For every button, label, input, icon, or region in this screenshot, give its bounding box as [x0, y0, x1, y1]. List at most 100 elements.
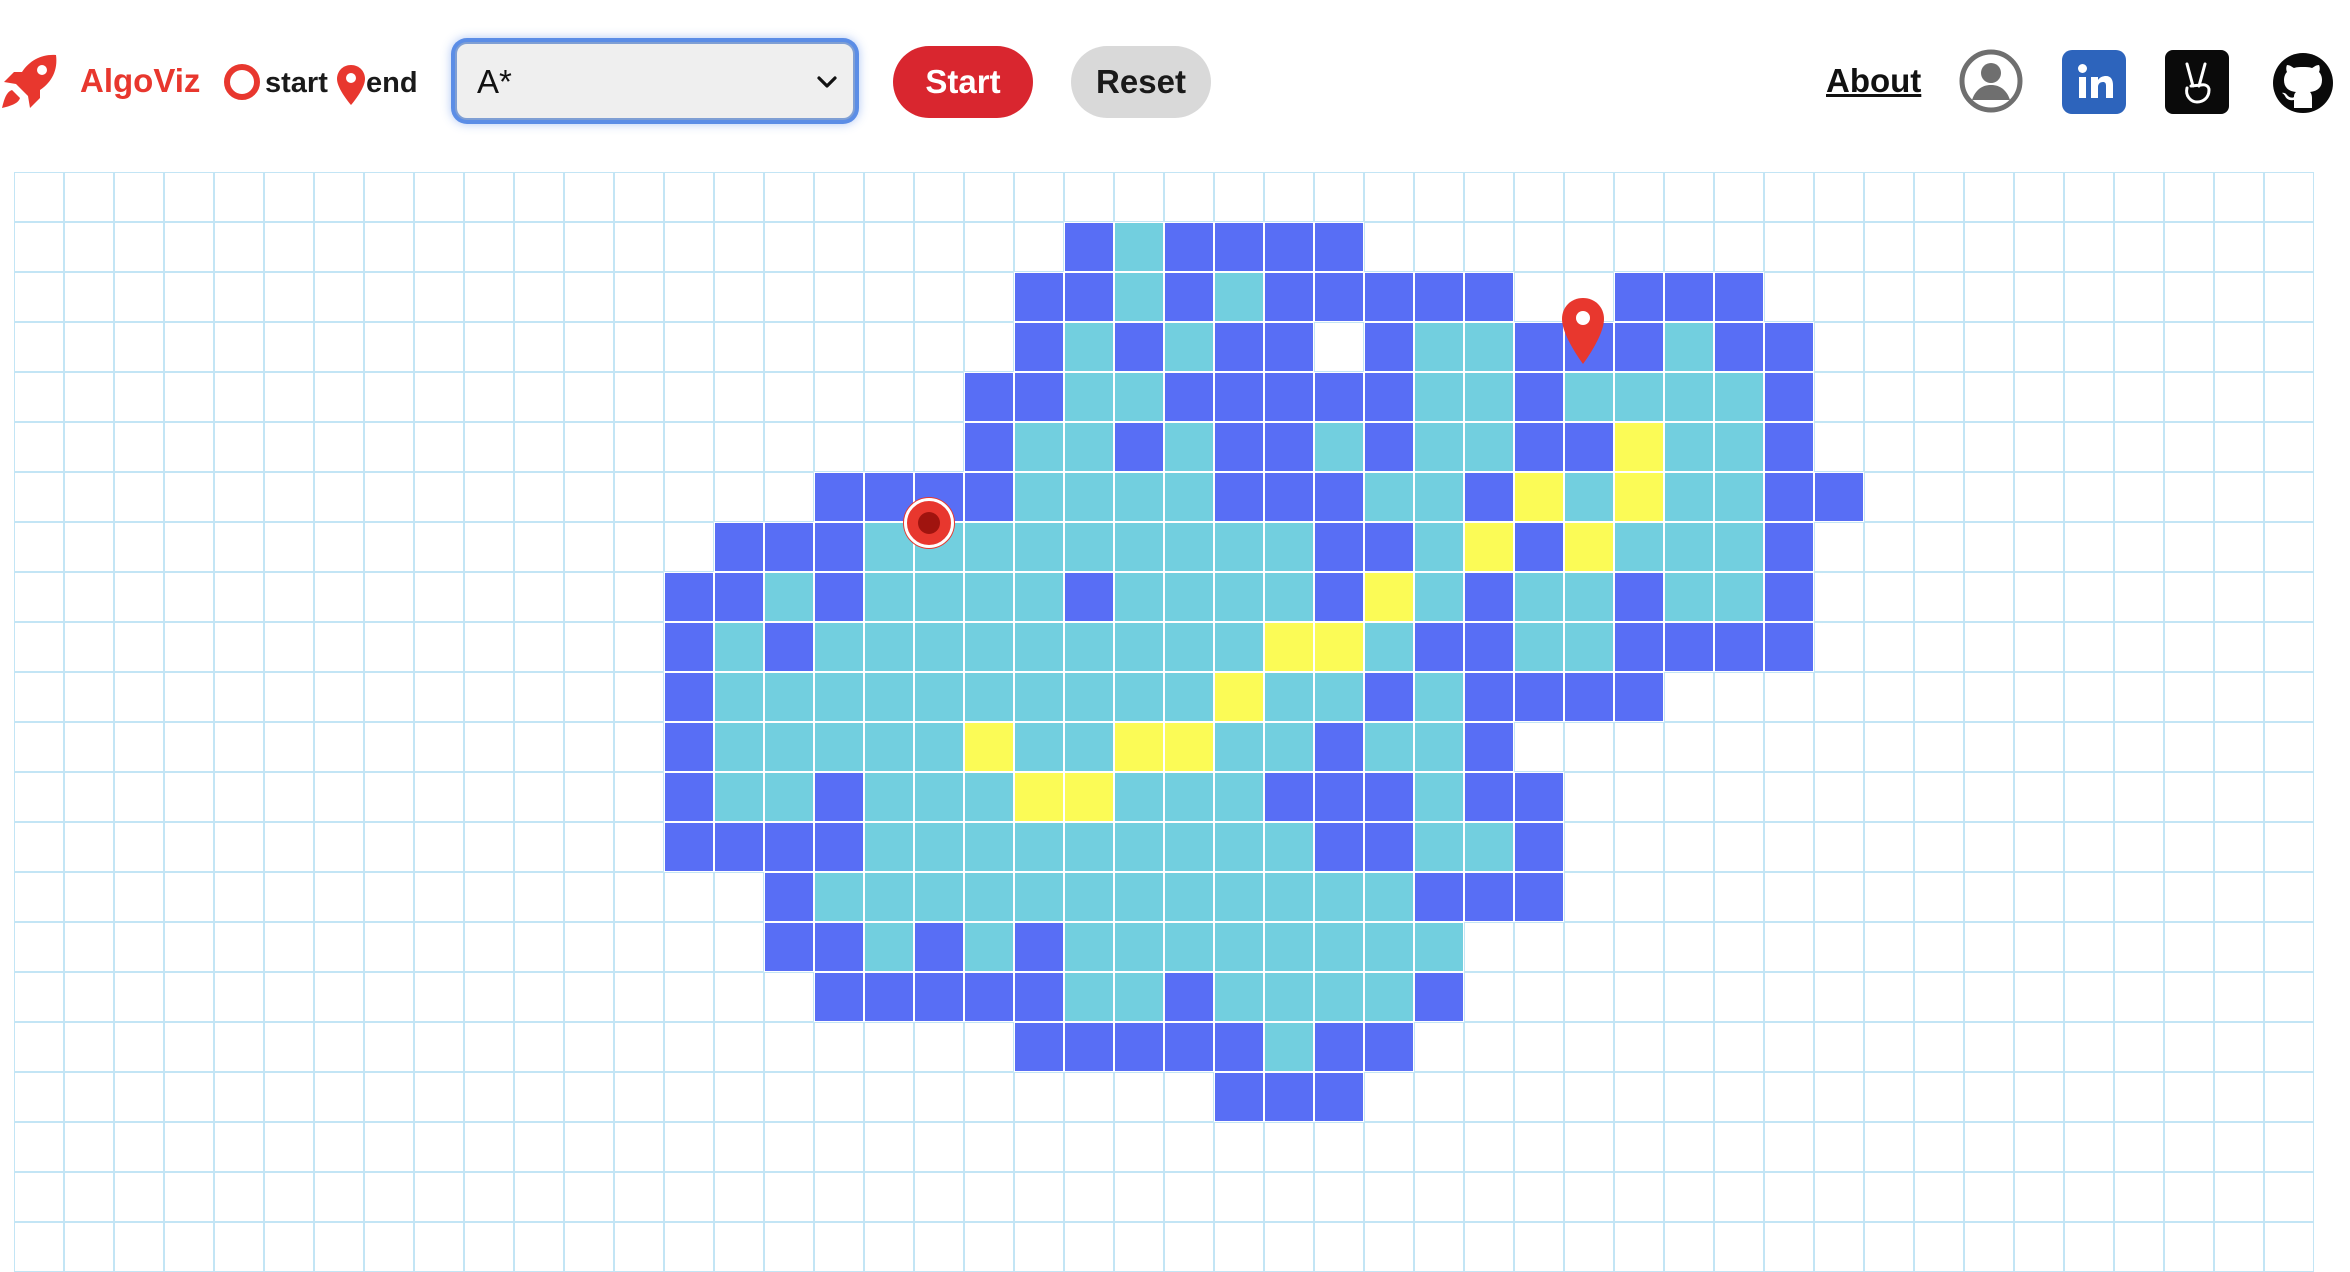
- grid-cell[interactable]: [564, 422, 614, 472]
- grid-cell[interactable]: [914, 1022, 964, 1072]
- grid-cell[interactable]: [2014, 172, 2064, 222]
- grid-cell[interactable]: [1964, 772, 2014, 822]
- grid-cell[interactable]: [714, 1022, 764, 1072]
- grid-cell[interactable]: [914, 222, 964, 272]
- grid-cell[interactable]: [364, 822, 414, 872]
- visited-cell[interactable]: [1714, 472, 1764, 522]
- grid-cell[interactable]: [1714, 772, 1764, 822]
- grid-cell[interactable]: [214, 972, 264, 1022]
- grid-cell[interactable]: [2114, 772, 2164, 822]
- frontier-cell[interactable]: [1664, 622, 1714, 672]
- grid-cell[interactable]: [1564, 772, 1614, 822]
- grid-cell[interactable]: [2164, 422, 2214, 472]
- frontier-cell[interactable]: [1064, 572, 1114, 622]
- grid-cell[interactable]: [2264, 722, 2314, 772]
- grid-cell[interactable]: [2064, 572, 2114, 622]
- grid-cell[interactable]: [714, 422, 764, 472]
- grid-cell[interactable]: [2264, 572, 2314, 622]
- grid-cell[interactable]: [1614, 1072, 1664, 1122]
- visited-cell[interactable]: [1064, 972, 1114, 1022]
- grid-cell[interactable]: [114, 822, 164, 872]
- frontier-cell[interactable]: [1414, 272, 1464, 322]
- grid-cell[interactable]: [564, 872, 614, 922]
- frontier-cell[interactable]: [964, 372, 1014, 422]
- grid-cell[interactable]: [964, 222, 1014, 272]
- grid-cell[interactable]: [1664, 722, 1714, 772]
- grid-cell[interactable]: [664, 172, 714, 222]
- grid-cell[interactable]: [214, 572, 264, 622]
- frontier-cell[interactable]: [964, 472, 1014, 522]
- grid-cell[interactable]: [114, 322, 164, 372]
- grid-cell[interactable]: [564, 622, 614, 672]
- grid-cell[interactable]: [1864, 972, 1914, 1022]
- grid-cell[interactable]: [1864, 1022, 1914, 1072]
- grid-cell[interactable]: [1814, 322, 1864, 372]
- grid-cell[interactable]: [264, 372, 314, 422]
- visited-cell[interactable]: [814, 722, 864, 772]
- frontier-cell[interactable]: [814, 922, 864, 972]
- grid-cell[interactable]: [1864, 822, 1914, 872]
- grid-cell[interactable]: [1614, 722, 1664, 772]
- grid-cell[interactable]: [964, 322, 1014, 372]
- grid-cell[interactable]: [414, 922, 464, 972]
- grid-cell[interactable]: [914, 322, 964, 372]
- grid-cell[interactable]: [2264, 822, 2314, 872]
- grid-cell[interactable]: [214, 1222, 264, 1272]
- grid-cell[interactable]: [14, 772, 64, 822]
- grid-cell[interactable]: [864, 422, 914, 472]
- visited-cell[interactable]: [964, 572, 1014, 622]
- grid-cell[interactable]: [64, 1022, 114, 1072]
- grid-cell[interactable]: [364, 1172, 414, 1222]
- visited-cell[interactable]: [1264, 1022, 1314, 1072]
- grid-cell[interactable]: [1764, 672, 1814, 722]
- grid-cell[interactable]: [1514, 922, 1564, 972]
- grid-cell[interactable]: [364, 922, 414, 972]
- grid-cell[interactable]: [2064, 1022, 2114, 1072]
- grid-cell[interactable]: [464, 822, 514, 872]
- grid-cell[interactable]: [914, 272, 964, 322]
- grid-cell[interactable]: [414, 272, 464, 322]
- grid-cell[interactable]: [1764, 872, 1814, 922]
- visited-cell[interactable]: [1114, 822, 1164, 872]
- visited-cell[interactable]: [1414, 672, 1464, 722]
- about-link[interactable]: About: [1826, 62, 1921, 100]
- grid-cell[interactable]: [1964, 472, 2014, 522]
- grid-cell[interactable]: [764, 972, 814, 1022]
- visited-cell[interactable]: [1064, 422, 1114, 472]
- grid-cell[interactable]: [2264, 1022, 2314, 1072]
- grid-cell[interactable]: [1814, 572, 1864, 622]
- grid-cell[interactable]: [14, 922, 64, 972]
- grid-cell[interactable]: [1464, 972, 1514, 1022]
- grid-cell[interactable]: [314, 1172, 364, 1222]
- grid-cell[interactable]: [1964, 622, 2014, 672]
- grid-cell[interactable]: [1664, 1022, 1714, 1072]
- grid-cell[interactable]: [514, 822, 564, 872]
- grid-cell[interactable]: [1864, 922, 1914, 972]
- frontier-cell[interactable]: [864, 972, 914, 1022]
- frontier-cell[interactable]: [1014, 322, 1064, 372]
- grid-cell[interactable]: [1464, 922, 1514, 972]
- grid-cell[interactable]: [1964, 422, 2014, 472]
- grid-cell[interactable]: [114, 1172, 164, 1222]
- grid-cell[interactable]: [1414, 1172, 1464, 1222]
- frontier-cell[interactable]: [1314, 372, 1364, 422]
- linkedin-icon[interactable]: [2062, 50, 2126, 114]
- visited-cell[interactable]: [1214, 822, 1264, 872]
- grid-cell[interactable]: [1964, 172, 2014, 222]
- frontier-cell[interactable]: [1614, 672, 1664, 722]
- grid-cell[interactable]: [14, 1122, 64, 1172]
- grid-cell[interactable]: [1464, 1172, 1514, 1222]
- frontier-cell[interactable]: [1264, 322, 1314, 372]
- grid-cell[interactable]: [514, 872, 564, 922]
- grid-cell[interactable]: [2064, 372, 2114, 422]
- grid-cell[interactable]: [264, 772, 314, 822]
- grid-cell[interactable]: [814, 1022, 864, 1072]
- visited-cell[interactable]: [1214, 772, 1264, 822]
- grid-cell[interactable]: [264, 172, 314, 222]
- frontier-cell[interactable]: [1214, 422, 1264, 472]
- grid-cell[interactable]: [1714, 1022, 1764, 1072]
- grid-cell[interactable]: [1564, 922, 1614, 972]
- grid-cell[interactable]: [1064, 1222, 1114, 1272]
- frontier-cell[interactable]: [964, 422, 1014, 472]
- frontier-cell[interactable]: [1064, 272, 1114, 322]
